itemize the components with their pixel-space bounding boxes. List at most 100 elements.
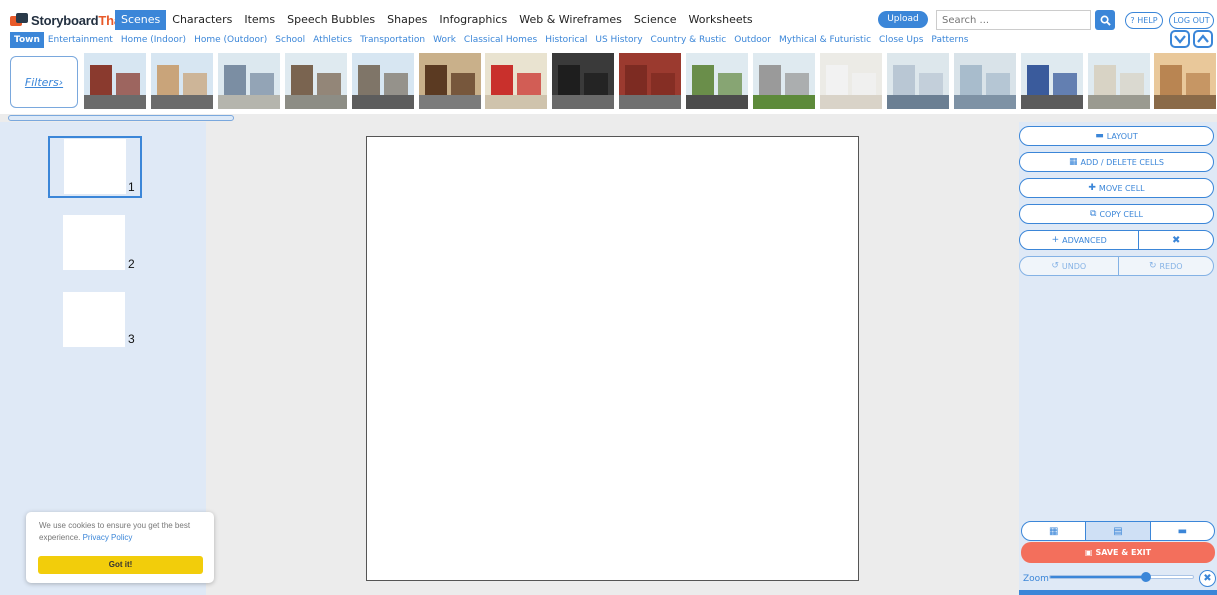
cookie-banner: We use cookies to ensure you get the bes… — [26, 512, 214, 583]
undo-icon: ↺ — [1051, 261, 1059, 271]
layout-button[interactable]: ▬ LAYOUT — [1019, 126, 1214, 146]
cell-number: 3 — [128, 332, 135, 346]
nav-web-wireframes[interactable]: Web & Wireframes — [513, 10, 628, 30]
search-input[interactable] — [936, 10, 1091, 30]
layout-icon: ▬ — [1095, 131, 1104, 141]
storyboard-cell-canvas[interactable] — [366, 136, 859, 581]
category-tab[interactable]: Mythical & Futuristic — [775, 32, 875, 48]
category-tab[interactable]: Home (Outdoor) — [190, 32, 271, 48]
nav-characters[interactable]: Characters — [166, 10, 238, 30]
scene-thumbnail[interactable] — [84, 53, 146, 109]
scene-thumbnail[interactable] — [1087, 53, 1150, 109]
search-button[interactable] — [1095, 10, 1115, 30]
upload-button[interactable]: Upload — [878, 11, 928, 28]
scene-thumbnail[interactable] — [351, 53, 414, 109]
nav-shapes[interactable]: Shapes — [381, 10, 433, 30]
scene-thumbnail[interactable] — [552, 53, 615, 109]
scene-thumbnail[interactable] — [217, 53, 280, 109]
logo-icon — [10, 12, 28, 28]
scene-thumbnail[interactable] — [485, 53, 548, 109]
category-tab[interactable]: Town — [10, 32, 44, 48]
scene-thumbnail[interactable] — [686, 53, 749, 109]
zoom-reset-button[interactable]: ✖ — [1199, 570, 1216, 587]
scene-thumbnail[interactable] — [953, 53, 1016, 109]
category-tab[interactable]: School — [271, 32, 309, 48]
category-tab[interactable]: Country & Rustic — [647, 32, 731, 48]
redo-icon: ↻ — [1148, 261, 1157, 271]
add-delete-cells-button[interactable]: ▦ ADD / DELETE CELLS — [1019, 152, 1214, 172]
single-cell-icon: ▬ — [1177, 525, 1188, 537]
single-view-button[interactable]: ▬ — [1151, 522, 1214, 540]
privacy-policy-link[interactable]: Privacy Policy — [83, 533, 133, 542]
save-exit-button[interactable]: ▣ SAVE & EXIT — [1021, 542, 1215, 563]
nav-science[interactable]: Science — [628, 10, 683, 30]
scene-thumbnail[interactable] — [753, 53, 815, 109]
nav-infographics[interactable]: Infographics — [433, 10, 513, 30]
category-tab[interactable]: Classical Homes — [460, 32, 541, 48]
category-tab[interactable]: Home (Indoor) — [117, 32, 190, 48]
category-tab[interactable]: US History — [591, 32, 646, 48]
category-tab[interactable]: Close Ups — [875, 32, 927, 48]
redo-button[interactable]: ↻ REDO — [1119, 257, 1214, 275]
nav-scenes[interactable]: Scenes — [115, 10, 167, 30]
collapse-up-button[interactable] — [1193, 30, 1213, 48]
scene-thumbnail[interactable] — [619, 53, 682, 109]
copy-icon: ⧉ — [1090, 209, 1097, 219]
logout-button[interactable]: LOG OUT — [1169, 12, 1214, 29]
scene-strip-scrollbar[interactable] — [8, 115, 234, 121]
category-tab[interactable]: Outdoor — [730, 32, 775, 48]
save-icon: ▣ — [1084, 548, 1093, 557]
zoom-slider[interactable] — [1049, 572, 1194, 582]
scene-thumbnail[interactable] — [1020, 53, 1083, 109]
bottom-status-strip — [1019, 590, 1217, 595]
filters-label: Filters› — [24, 75, 64, 89]
storyboardthat-logo[interactable]: StoryboardThat — [10, 10, 125, 30]
move-cell-label: MOVE CELL — [1098, 183, 1145, 193]
category-tab[interactable]: Work — [429, 32, 460, 48]
grid-view-button[interactable]: ▦ — [1022, 522, 1087, 540]
copy-cell-label: COPY CELL — [1099, 209, 1143, 219]
list-view-button[interactable]: ▤ — [1086, 522, 1151, 540]
undo-label: UNDO — [1061, 261, 1087, 271]
category-tab[interactable]: Historical — [541, 32, 591, 48]
nav-worksheets[interactable]: Worksheets — [683, 10, 759, 30]
add-delete-label: ADD / DELETE CELLS — [1080, 157, 1164, 167]
chevron-down-icon — [1174, 35, 1186, 44]
scene-thumbnail[interactable] — [284, 53, 347, 109]
save-exit-label: SAVE & EXIT — [1095, 548, 1152, 557]
scene-thumbnail[interactable] — [1154, 53, 1217, 109]
tools-button[interactable]: ✖ — [1139, 231, 1213, 249]
scene-thumbnail[interactable] — [819, 53, 882, 109]
collapse-down-button[interactable] — [1170, 30, 1190, 48]
advanced-row: + ADVANCED ✖ — [1019, 230, 1214, 250]
advanced-button[interactable]: + ADVANCED — [1020, 231, 1138, 249]
list-icon: ▤ — [1113, 525, 1123, 537]
category-tab[interactable]: Entertainment — [44, 32, 117, 48]
copy-cell-button[interactable]: ⧉ COPY CELL — [1019, 204, 1214, 224]
undo-redo-row: ↺ UNDO ↻ REDO — [1019, 256, 1214, 276]
undo-button[interactable]: ↺ UNDO — [1020, 257, 1118, 275]
zoom-fill — [1050, 576, 1146, 578]
grid-icon: ▦ — [1048, 525, 1059, 537]
cell-number: 2 — [128, 257, 135, 271]
scene-category-bar: Town Entertainment Home (Indoor) Home (Outd… — [0, 30, 1217, 50]
move-icon: ✚ — [1088, 183, 1096, 193]
close-icon: ✖ — [1203, 573, 1212, 584]
filters-button[interactable]: Filters› — [10, 56, 78, 108]
help-button[interactable]: ? HELP — [1125, 12, 1163, 29]
nav-items[interactable]: Items — [238, 10, 281, 30]
scene-thumbnail[interactable] — [150, 53, 213, 109]
category-tab[interactable]: Transportation — [356, 32, 429, 48]
zoom-slider-handle[interactable] — [1140, 572, 1151, 582]
scene-thumbnail[interactable] — [418, 53, 481, 109]
layout-label: LAYOUT — [1106, 131, 1138, 141]
scene-thumbnail[interactable] — [886, 53, 949, 109]
advanced-label: ADVANCED — [1062, 235, 1107, 245]
zoom-label: Zoom — [1023, 574, 1049, 584]
nav-speech-bubbles[interactable]: Speech Bubbles — [281, 10, 381, 30]
category-tab[interactable]: Athletics — [309, 32, 356, 48]
cookie-accept-button[interactable]: Got it! — [38, 556, 203, 574]
chevron-up-icon — [1197, 34, 1209, 43]
category-tab[interactable]: Patterns — [927, 32, 972, 48]
move-cell-button[interactable]: ✚ MOVE CELL — [1019, 178, 1214, 198]
